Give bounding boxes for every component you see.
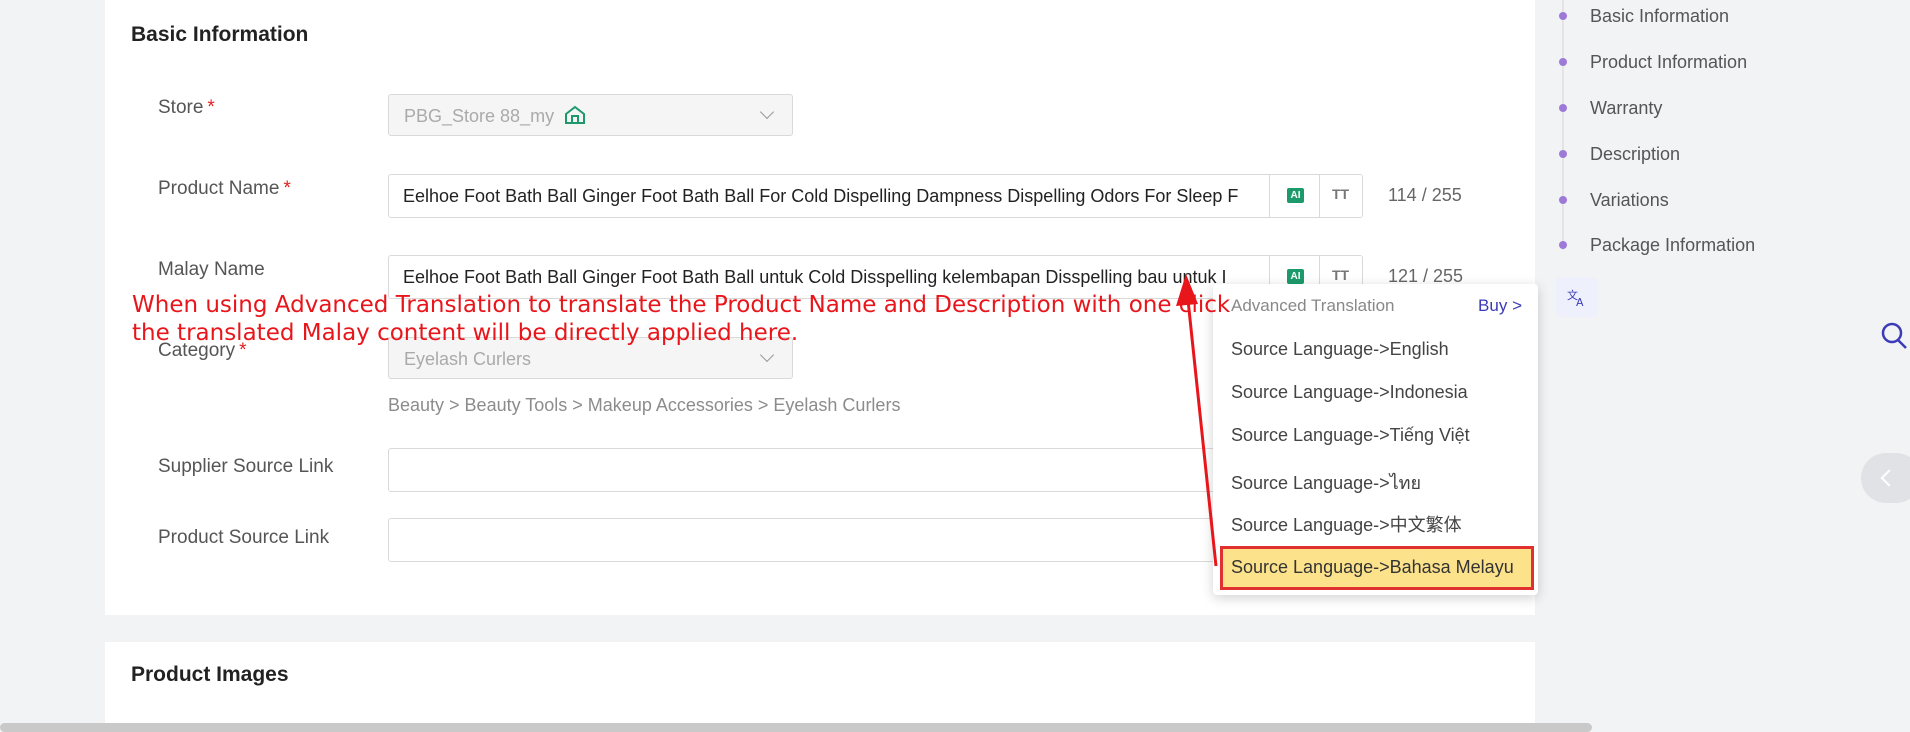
horizontal-scrollbar[interactable] bbox=[0, 723, 1592, 732]
annotation-line-2: the translated Malay content will be dir… bbox=[132, 320, 799, 346]
annotation-arrow bbox=[1176, 274, 1218, 567]
annotation-line-1: When using Advanced Translation to trans… bbox=[132, 292, 1231, 318]
